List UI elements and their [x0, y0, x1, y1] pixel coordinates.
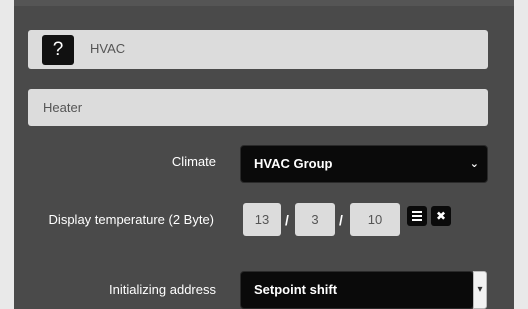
- chevron-down-icon: ▾: [477, 284, 483, 295]
- initializing-address-label: Initializing address: [109, 282, 216, 297]
- title-field-value: HVAC: [90, 41, 126, 56]
- chevron-down-icon: ⌄: [469, 158, 479, 170]
- address-middle-group-field[interactable]: 3: [295, 203, 335, 236]
- address-separator: /: [285, 212, 289, 228]
- initializing-address-select[interactable]: Setpoint shift: [240, 271, 474, 309]
- name-field[interactable]: [28, 89, 488, 126]
- initializing-address-selected-value: Setpoint shift: [254, 282, 338, 297]
- address-sub-group-field[interactable]: 10: [350, 203, 400, 236]
- help-button[interactable]: ?: [42, 35, 74, 65]
- display-temperature-label: Display temperature (2 Byte): [48, 212, 214, 227]
- initializing-address-dropdown-toggle[interactable]: ▾: [473, 271, 487, 309]
- climate-selected-value: HVAC Group: [254, 156, 333, 171]
- address-main-group-field[interactable]: 13: [243, 203, 281, 236]
- name-field-value: Heater: [43, 100, 83, 115]
- clear-address-button[interactable]: ✖: [431, 206, 451, 226]
- climate-label: Climate: [171, 154, 216, 169]
- climate-select[interactable]: HVAC Group ⌄: [240, 145, 488, 183]
- close-icon: ✖: [435, 209, 447, 223]
- address-list-button[interactable]: [407, 206, 427, 226]
- list-icon: [412, 211, 422, 221]
- address-separator: /: [339, 212, 343, 228]
- panel-top-strip: [14, 0, 514, 6]
